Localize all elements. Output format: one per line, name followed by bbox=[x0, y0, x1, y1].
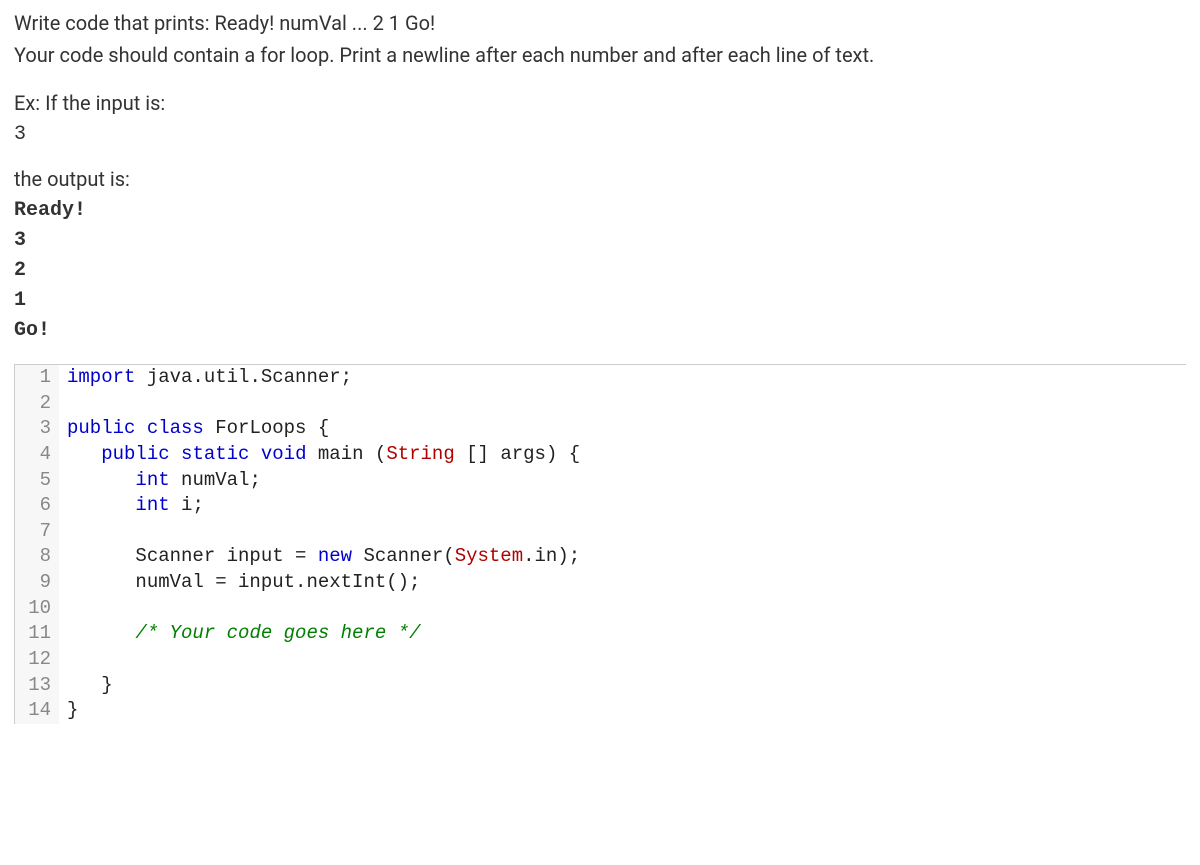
code-row: 9 numVal = input.nextInt(); bbox=[15, 570, 1186, 596]
code-line[interactable]: } bbox=[59, 673, 113, 699]
code-line[interactable]: public static void main (String [] args)… bbox=[59, 442, 580, 468]
code-line[interactable]: int numVal; bbox=[59, 468, 261, 494]
code-row: 12 bbox=[15, 647, 1186, 673]
prompt-line-1: Write code that prints: Ready! numVal ..… bbox=[14, 8, 1186, 38]
line-number: 10 bbox=[15, 596, 59, 622]
output-line: 2 bbox=[14, 256, 1186, 286]
code-row: 5 int numVal; bbox=[15, 468, 1186, 494]
code-editor[interactable]: 1import java.util.Scanner;23public class… bbox=[14, 364, 1186, 724]
code-row: 1import java.util.Scanner; bbox=[15, 365, 1186, 391]
line-number: 5 bbox=[15, 468, 59, 494]
code-line[interactable]: /* Your code goes here */ bbox=[59, 621, 420, 647]
code-line[interactable] bbox=[59, 596, 67, 622]
code-line[interactable] bbox=[59, 519, 67, 545]
code-row: 2 bbox=[15, 391, 1186, 417]
output-label: the output is: bbox=[14, 164, 1186, 194]
line-number: 4 bbox=[15, 442, 59, 468]
example-label: Ex: If the input is: bbox=[14, 88, 1186, 118]
prompt-line-2: Your code should contain a for loop. Pri… bbox=[14, 40, 1186, 70]
code-line[interactable]: public class ForLoops { bbox=[59, 416, 329, 442]
line-number: 3 bbox=[15, 416, 59, 442]
output-line: Ready! bbox=[14, 196, 1186, 226]
code-line[interactable]: numVal = input.nextInt(); bbox=[59, 570, 420, 596]
code-line[interactable]: import java.util.Scanner; bbox=[59, 365, 352, 391]
line-number: 11 bbox=[15, 621, 59, 647]
output-line: 3 bbox=[14, 226, 1186, 256]
output-line: 1 bbox=[14, 286, 1186, 316]
line-number: 12 bbox=[15, 647, 59, 673]
line-number: 8 bbox=[15, 544, 59, 570]
code-row: 8 Scanner input = new Scanner(System.in)… bbox=[15, 544, 1186, 570]
code-line[interactable] bbox=[59, 391, 67, 417]
code-line[interactable] bbox=[59, 647, 67, 673]
code-row: 3public class ForLoops { bbox=[15, 416, 1186, 442]
line-number: 13 bbox=[15, 673, 59, 699]
line-number: 2 bbox=[15, 391, 59, 417]
output-line: Go! bbox=[14, 316, 1186, 346]
code-row: 7 bbox=[15, 519, 1186, 545]
code-row: 10 bbox=[15, 596, 1186, 622]
code-row: 4 public static void main (String [] arg… bbox=[15, 442, 1186, 468]
code-row: 14} bbox=[15, 698, 1186, 724]
line-number: 14 bbox=[15, 698, 59, 724]
line-number: 9 bbox=[15, 570, 59, 596]
line-number: 6 bbox=[15, 493, 59, 519]
problem-description: Write code that prints: Ready! numVal ..… bbox=[14, 8, 1186, 346]
line-number: 7 bbox=[15, 519, 59, 545]
code-row: 11 /* Your code goes here */ bbox=[15, 621, 1186, 647]
code-line[interactable]: Scanner input = new Scanner(System.in); bbox=[59, 544, 580, 570]
example-output: Ready! 3 2 1 Go! bbox=[14, 196, 1186, 346]
code-row: 13 } bbox=[15, 673, 1186, 699]
code-line[interactable]: } bbox=[59, 698, 78, 724]
example-input: 3 bbox=[14, 120, 1186, 150]
code-row: 6 int i; bbox=[15, 493, 1186, 519]
line-number: 1 bbox=[15, 365, 59, 391]
code-line[interactable]: int i; bbox=[59, 493, 204, 519]
